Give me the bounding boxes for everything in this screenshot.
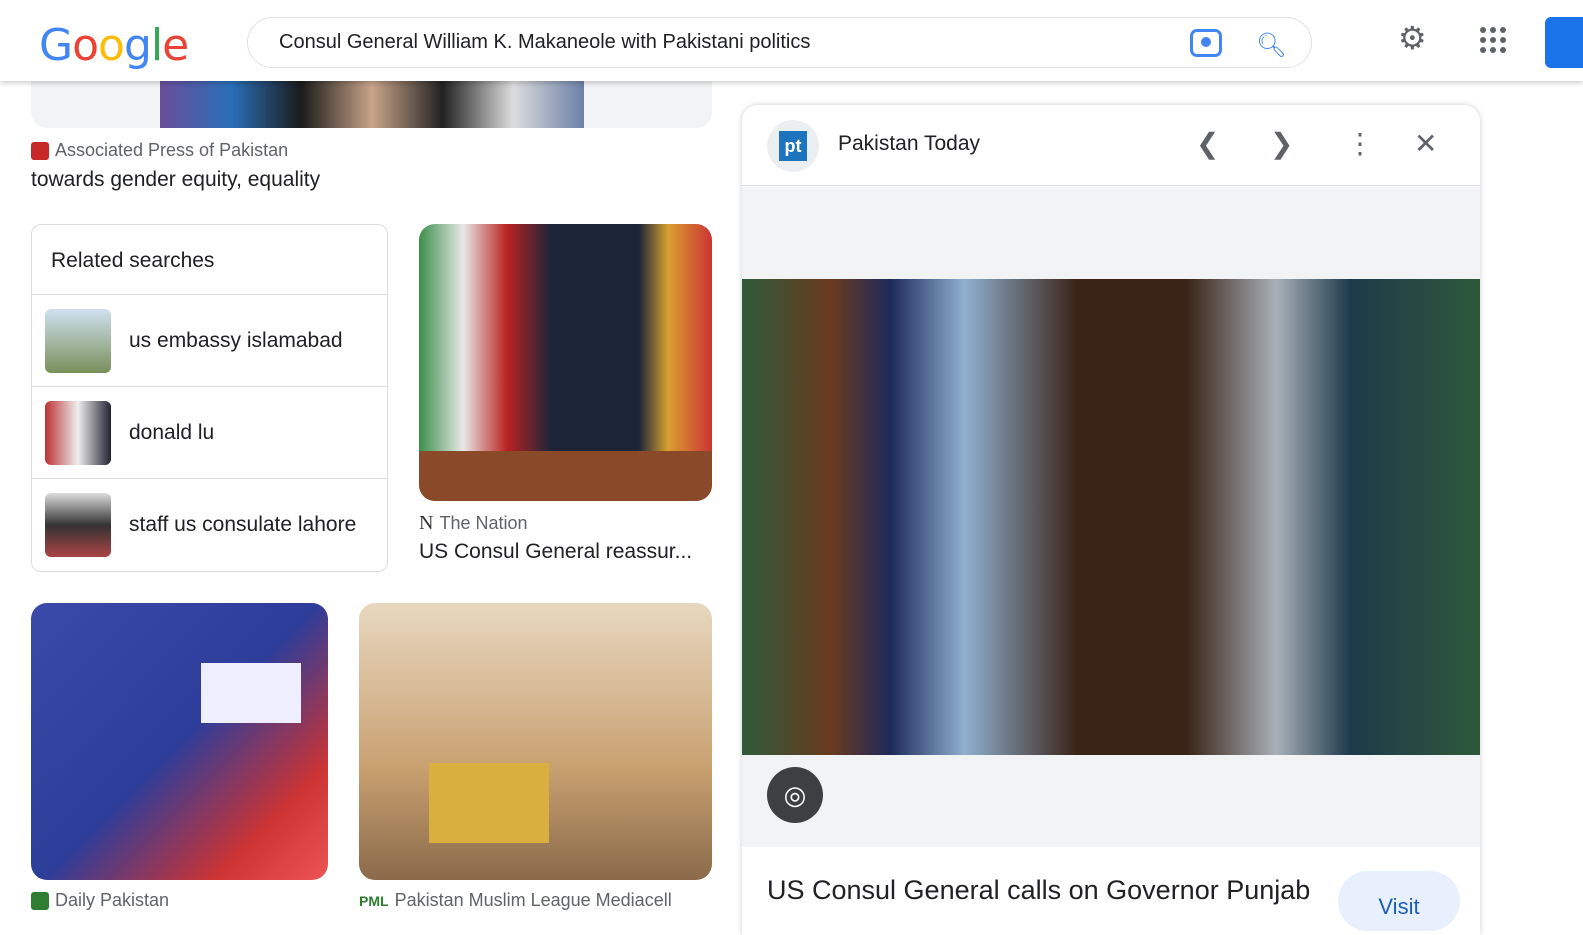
related-label: us embassy islamabad [129,328,343,352]
logo-text: pt [779,131,807,161]
sign-in-button[interactable] [1545,17,1583,68]
gear-icon[interactable]: ⚙ [1398,22,1427,54]
related-heading: Related searches [32,225,387,295]
source-name: Associated Press of Pakistan [55,140,289,160]
panel-header: pt Pakistan Today ❮ ❯ ⋮ ✕ [742,105,1480,186]
source-name: The Nation [439,513,528,533]
preview-panel: pt Pakistan Today ❮ ❯ ⋮ ✕ ◎ US Consul Ge… [742,105,1480,935]
search-icon[interactable]: 🔍︎ [1256,31,1286,60]
close-icon[interactable]: ✕ [1414,127,1437,160]
panel-title[interactable]: US Consul General calls on Governor Punj… [767,875,1310,906]
search-input[interactable]: Consul General William K. Makaneole with… [279,31,810,54]
related-item[interactable]: staff us consulate lahore [32,479,387,571]
result-source[interactable]: Daily Pakistan [31,890,169,911]
daily-pakistan-favicon-icon [31,891,49,910]
pml-favicon-icon: PML [359,892,389,909]
app-favicon-icon [31,141,49,160]
related-item[interactable]: us embassy islamabad [32,295,387,387]
chevron-left-icon[interactable]: ❮ [1196,127,1219,160]
related-searches: Related searches us embassy islamabad do… [31,224,388,572]
related-label: staff us consulate lahore [129,513,357,536]
result-title[interactable]: US Consul General reassur... [419,540,692,564]
result-source[interactable]: PML Pakistan Muslim League Mediacell [359,890,672,911]
camera-icon[interactable] [1190,29,1222,57]
source-logo: pt [767,120,819,172]
google-logo[interactable]: Google [39,20,189,71]
related-label: donald lu [129,420,215,444]
related-item[interactable]: donald lu [32,387,387,479]
panel-source[interactable]: Pakistan Today [838,132,980,156]
chevron-right-icon[interactable]: ❯ [1270,127,1293,160]
apps-grid-icon[interactable] [1480,27,1506,53]
more-vert-icon[interactable]: ⋮ [1346,127,1374,160]
result-image[interactable] [359,603,712,880]
visit-button[interactable]: Visit [1338,871,1460,931]
result-source[interactable]: Associated Press of Pakistan [31,140,288,161]
result-image[interactable] [419,224,712,501]
result-title[interactable]: towards gender equity, equality [31,168,320,192]
result-image[interactable] [31,603,328,880]
result-source[interactable]: N The Nation [419,512,528,535]
thumbnail [45,493,111,557]
source-name: Pakistan Muslim League Mediacell [394,890,672,910]
thumbnail [45,400,111,465]
header: Google Consul General William K. Makaneo… [0,0,1583,81]
nation-favicon-icon: N [419,512,434,534]
thumbnail [45,308,111,373]
lens-search-icon[interactable]: ◎ [767,767,823,823]
preview-image[interactable] [742,279,1480,755]
search-box[interactable]: Consul General William K. Makaneole with… [247,17,1312,68]
image-area: ◎ [742,187,1480,847]
source-name: Daily Pakistan [55,890,170,910]
